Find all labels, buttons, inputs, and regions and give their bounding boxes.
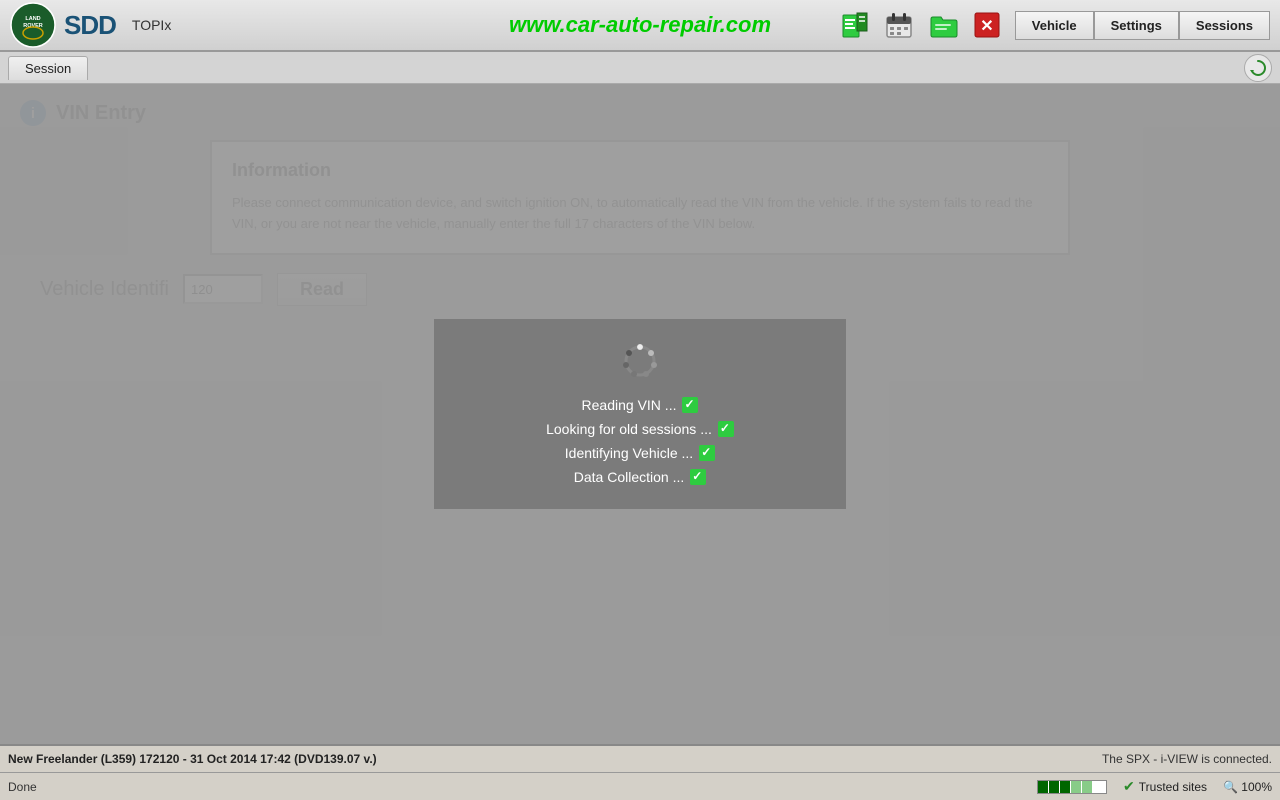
pen-icon[interactable] xyxy=(835,5,875,45)
flag-icon[interactable]: ✕ xyxy=(967,5,1007,45)
progress-seg-1 xyxy=(1038,781,1048,793)
zoom-area: 🔍 100% xyxy=(1223,780,1272,794)
session-bar: Session xyxy=(0,52,1280,84)
settings-button[interactable]: Settings xyxy=(1094,11,1179,40)
trusted-sites-label: Trusted sites xyxy=(1139,780,1207,794)
loading-overlay: Reading VIN ... Looking for old sessions… xyxy=(0,84,1280,744)
trusted-sites-icon: ✔ xyxy=(1123,778,1135,795)
check-icon-1 xyxy=(682,397,698,413)
status-bar: New Freelander (L359) 172120 - 31 Oct 20… xyxy=(0,744,1280,772)
session-refresh-button[interactable] xyxy=(1244,54,1272,82)
browser-done-label: Done xyxy=(8,780,37,794)
status-identifying-text: Identifying Vehicle ... xyxy=(565,445,693,461)
progress-seg-4 xyxy=(1071,781,1081,793)
calendar-icon[interactable] xyxy=(879,5,919,45)
check-icon-2 xyxy=(718,421,734,437)
status-line-3: Identifying Vehicle ... xyxy=(464,445,816,461)
status-line-1: Reading VIN ... xyxy=(464,397,816,413)
vehicle-button[interactable]: Vehicle xyxy=(1015,11,1094,40)
main-content: i VIN Entry Information Please connect c… xyxy=(0,84,1280,744)
topix-link[interactable]: TOPIx xyxy=(132,17,171,33)
svg-text:✕: ✕ xyxy=(980,18,993,35)
top-bar: LAND ROVER SDD TOPIx www.car-auto-repair… xyxy=(0,0,1280,52)
status-line-2: Looking for old sessions ... xyxy=(464,421,816,437)
website-url: www.car-auto-repair.com xyxy=(509,12,771,38)
top-icons: ✕ xyxy=(835,5,1007,45)
status-reading-text: Reading VIN ... xyxy=(582,397,677,413)
session-tab[interactable]: Session xyxy=(8,56,88,80)
progress-seg-5 xyxy=(1082,781,1092,793)
progress-seg-3 xyxy=(1060,781,1070,793)
progress-bar xyxy=(1037,780,1107,794)
trusted-sites-area: ✔ Trusted sites xyxy=(1123,778,1207,795)
loading-box: Reading VIN ... Looking for old sessions… xyxy=(434,319,846,509)
progress-seg-2 xyxy=(1049,781,1059,793)
connection-status-text: The SPX - i-VIEW is connected. xyxy=(1102,752,1272,766)
browser-bar: Done ✔ Trusted sites 🔍 100% xyxy=(0,772,1280,800)
svg-text:LAND: LAND xyxy=(25,16,40,22)
vehicle-status-text: New Freelander (L359) 172120 - 31 Oct 20… xyxy=(8,752,1102,766)
status-sessions-text: Looking for old sessions ... xyxy=(546,421,712,437)
sdd-logo: SDD xyxy=(64,10,116,41)
check-icon-3 xyxy=(699,445,715,461)
check-icon-4 xyxy=(690,469,706,485)
landrover-logo: LAND ROVER xyxy=(10,2,56,48)
zoom-level: 🔍 100% xyxy=(1223,780,1272,794)
spinner xyxy=(622,343,658,379)
sessions-button[interactable]: Sessions xyxy=(1179,11,1270,40)
status-line-4: Data Collection ... xyxy=(464,469,816,485)
nav-buttons: Vehicle Settings Sessions xyxy=(1015,11,1270,40)
folder-icon[interactable] xyxy=(923,5,963,45)
status-collection-text: Data Collection ... xyxy=(574,469,685,485)
